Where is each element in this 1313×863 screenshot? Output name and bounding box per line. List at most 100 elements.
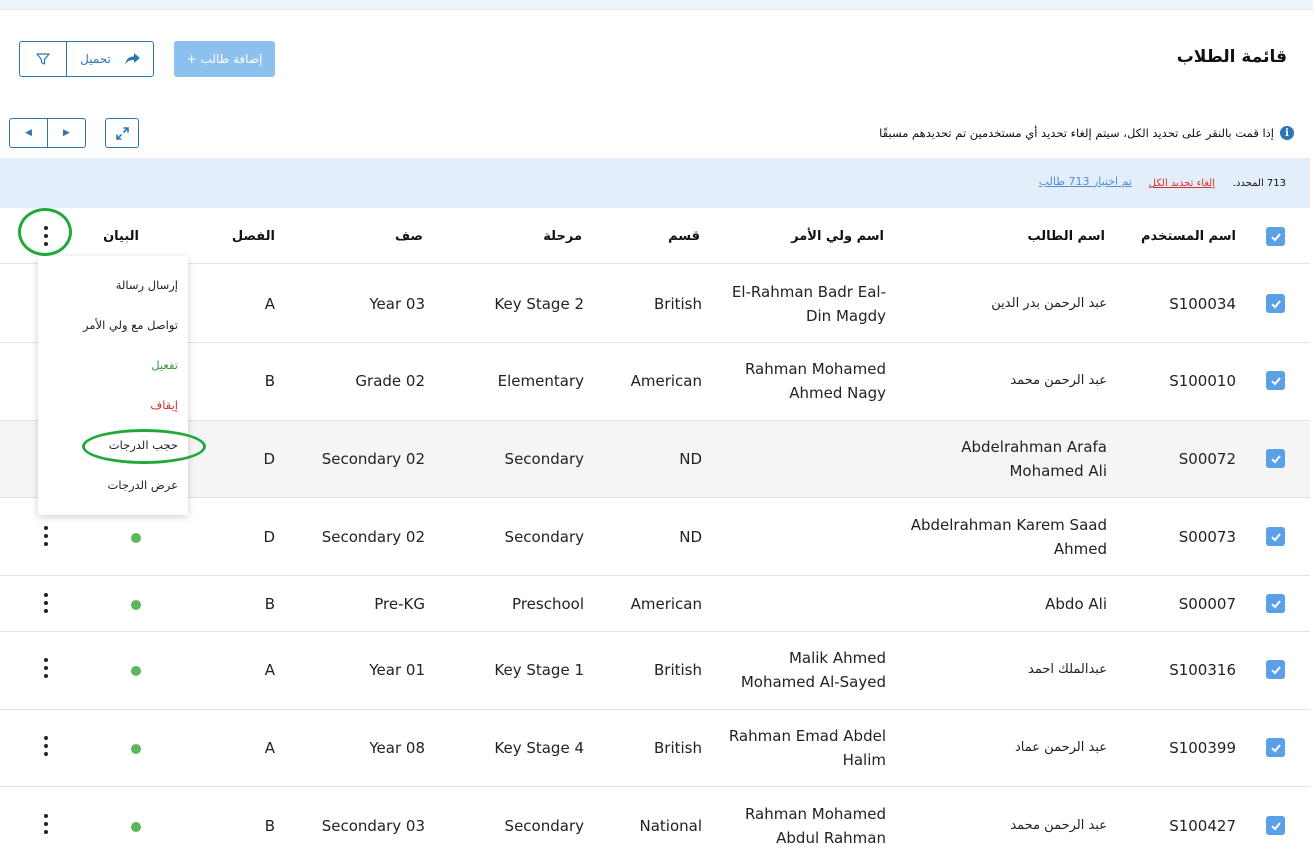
col-guardian-name[interactable]: اسم ولي الأمر xyxy=(791,229,884,244)
toolbar-button-group: تحميل xyxy=(19,41,154,77)
export-label: تحميل xyxy=(80,52,111,66)
col-username[interactable]: اسم المستخدم xyxy=(1141,229,1236,244)
cell-username: S00007 xyxy=(1178,595,1236,613)
expand-button[interactable] xyxy=(105,118,139,148)
col-grade[interactable]: صف xyxy=(395,229,423,244)
menu-item-contact-guardian[interactable]: تواصل مع ولي الأمر xyxy=(83,318,178,332)
add-student-button[interactable]: + إضافة طالب xyxy=(174,41,275,77)
table-row[interactable]: S100399 عبد الرحمن عماد Rahman Emad Abde… xyxy=(0,710,1310,787)
cell-class: A xyxy=(264,661,275,679)
row-checkbox[interactable] xyxy=(1266,738,1285,757)
cell-grade: Pre-KG xyxy=(374,595,425,613)
cell-grade: Year 01 xyxy=(369,661,425,679)
cell-username: S100010 xyxy=(1169,372,1236,390)
row-checkbox[interactable] xyxy=(1266,294,1285,313)
row-checkbox[interactable] xyxy=(1266,816,1285,835)
cell-grade: Secondary 03 xyxy=(321,817,425,835)
cell-class: A xyxy=(264,295,275,313)
check-icon xyxy=(1270,532,1281,541)
row-more-button[interactable] xyxy=(40,593,52,613)
check-icon xyxy=(1270,376,1281,385)
selection-bar: 713 المحدد. إلغاء تحديد الكل تم اختيار 7… xyxy=(0,158,1310,208)
caret-right-icon: ▶ xyxy=(63,128,70,138)
cell-stage: Secondary xyxy=(504,528,584,546)
check-icon xyxy=(1270,454,1281,463)
cell-class: B xyxy=(264,817,275,835)
row-more-button[interactable] xyxy=(40,526,52,546)
cell-class: A xyxy=(264,739,275,757)
cell-guardian-name: Rahman Mohamed Ahmed Nagy xyxy=(744,360,886,402)
col-status[interactable]: البيان xyxy=(103,229,139,244)
info-message: إذا قمت بالنقر على تحديد الكل، سيتم إلغا… xyxy=(879,126,1274,140)
annotation-ring-hide-grades xyxy=(82,429,206,464)
info-icon: i xyxy=(1280,126,1294,140)
row-checkbox[interactable] xyxy=(1266,594,1285,613)
row-checkbox[interactable] xyxy=(1266,527,1285,546)
cell-guardian-name: Malik Ahmed Mohamed Al-Sayed xyxy=(740,649,886,691)
menu-item-send-message[interactable]: إرسال رسالة xyxy=(116,278,178,292)
row-more-button[interactable] xyxy=(40,736,52,756)
deselect-all-link[interactable]: إلغاء تحديد الكل xyxy=(1149,178,1215,189)
col-student-name[interactable]: اسم الطالب xyxy=(1028,229,1106,244)
col-stage[interactable]: مرحلة xyxy=(543,229,582,244)
pager: ◀ ▶ xyxy=(9,118,86,148)
check-icon xyxy=(1270,232,1281,241)
cell-stage: Secondary xyxy=(504,817,584,835)
prev-page-button[interactable]: ◀ xyxy=(10,119,48,147)
status-active-dot xyxy=(131,533,141,543)
cell-class: D xyxy=(263,450,275,468)
cell-guardian-name: El-Rahman Badr Eal- Din Magdy xyxy=(731,283,886,325)
table-header: اسم المستخدم اسم الطالب اسم ولي الأمر قس… xyxy=(0,208,1310,264)
table-row[interactable]: S100427 عبد الرحمن محمد Rahman Mohamed Ab… xyxy=(0,787,1310,863)
expand-icon xyxy=(115,126,129,140)
export-button[interactable]: تحميل xyxy=(67,42,153,76)
cell-stage: Secondary xyxy=(504,450,584,468)
menu-item-show-grades[interactable]: عرض الدرجات xyxy=(108,478,179,492)
cell-stage: Key Stage 1 xyxy=(494,661,584,679)
table-row[interactable]: S100316 عبدالملك احمد Malik Ahmed Mohamed… xyxy=(0,632,1310,710)
select-all-checkbox[interactable] xyxy=(1266,227,1285,246)
cell-username: S00073 xyxy=(1178,528,1236,546)
row-checkbox[interactable] xyxy=(1266,449,1285,468)
cell-section: ND xyxy=(679,528,702,546)
cell-class: B xyxy=(264,595,275,613)
row-checkbox[interactable] xyxy=(1266,371,1285,390)
table-row[interactable]: S00007 Abdo Ali American Preschool Pre-K… xyxy=(0,576,1310,632)
cell-grade: Year 03 xyxy=(369,295,425,313)
row-more-button[interactable] xyxy=(40,658,52,678)
selected-students-link[interactable]: تم اختيار 713 طالب xyxy=(1039,175,1132,188)
check-icon xyxy=(1270,299,1281,308)
filter-icon xyxy=(36,53,50,65)
cell-guardian-name: Rahman Mohamed Abdul Rahman xyxy=(744,805,886,847)
menu-item-suspend[interactable]: إيقاف xyxy=(150,398,178,412)
cell-student-name: عبد الرحمن محمد xyxy=(1010,818,1107,833)
cell-student-name: عبد الرحمن عماد xyxy=(1015,740,1107,755)
cell-username: S100034 xyxy=(1169,295,1236,313)
row-checkbox[interactable] xyxy=(1266,660,1285,679)
cell-stage: Elementary xyxy=(497,372,584,390)
row-action-menu: إرسال رسالة تواصل مع ولي الأمر تفعيل إيق… xyxy=(38,256,188,515)
cell-section: British xyxy=(654,295,702,313)
next-page-button[interactable]: ▶ xyxy=(48,119,85,147)
annotation-ring-more xyxy=(18,208,72,256)
top-strip xyxy=(0,0,1313,10)
cell-student-name: عبد الرحمن بدر الدين xyxy=(991,296,1107,311)
cell-grade: Secondary 02 xyxy=(321,528,425,546)
col-class[interactable]: الفصل xyxy=(232,229,275,244)
table-row[interactable]: S100034 عبد الرحمن بدر الدين El-Rahman B… xyxy=(0,265,1310,343)
table-row[interactable]: S00072 Abdelrahman Arafa Mohamed Ali ND S… xyxy=(0,421,1310,498)
cell-username: S100399 xyxy=(1169,739,1236,757)
cell-username: S00072 xyxy=(1178,450,1236,468)
status-active-dot xyxy=(131,744,141,754)
col-section[interactable]: قسم xyxy=(668,229,700,244)
table-row[interactable]: S100010 عبد الرحمن محمد Rahman Mohamed Ah… xyxy=(0,343,1310,421)
cell-section: British xyxy=(654,661,702,679)
share-arrow-icon xyxy=(124,52,140,65)
row-more-button[interactable] xyxy=(40,814,52,834)
menu-item-activate[interactable]: تفعيل xyxy=(151,358,178,372)
table-row[interactable]: S00073 Abdelrahman Karem Saad Ahmed ND Se… xyxy=(0,498,1310,576)
filter-button[interactable] xyxy=(20,42,67,76)
cell-section: American xyxy=(630,595,702,613)
caret-left-icon: ◀ xyxy=(25,128,32,138)
cell-class: D xyxy=(263,528,275,546)
